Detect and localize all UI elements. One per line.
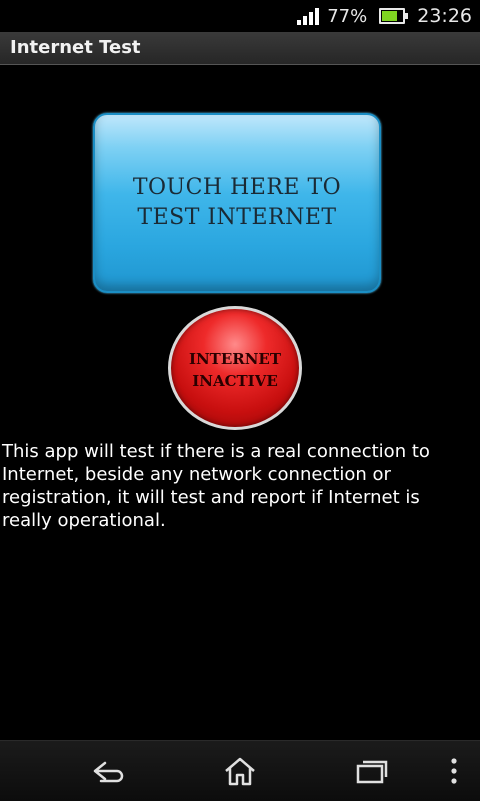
signal-icon [297,7,320,25]
back-button[interactable] [88,755,128,787]
home-button[interactable] [220,755,260,787]
status-bar: 77% 23:26 [0,0,480,32]
back-icon [93,761,124,783]
clock: 23:26 [417,5,472,27]
app-description: This app will test if there is a real co… [2,441,430,531]
test-button-label-line1: TOUCH HERE TO [132,175,342,200]
internet-status-indicator: INTERNET INACTIVE [168,306,302,430]
battery-icon [379,8,409,24]
title-bar: Internet Test [0,32,480,65]
recent-apps-button[interactable] [352,755,392,787]
app-title: Internet Test [10,37,141,58]
status-indicator-line1: INTERNET [188,350,282,368]
menu-icon [451,758,457,784]
recent-apps-icon [356,760,388,784]
navigation-bar [0,740,480,801]
test-internet-button[interactable]: TOUCH HERE TO TEST INTERNET [93,113,381,293]
test-button-label-line2: TEST INTERNET [137,205,337,230]
home-icon [225,757,255,786]
battery-percent: 77% [327,5,368,27]
status-indicators: 77% 23:26 [297,0,472,32]
test-button-label: TOUCH HERE TO TEST INTERNET [117,173,357,233]
status-indicator-label: INTERNET INACTIVE [176,348,294,392]
status-indicator-line2: INACTIVE [192,372,278,390]
menu-button[interactable] [436,755,472,787]
